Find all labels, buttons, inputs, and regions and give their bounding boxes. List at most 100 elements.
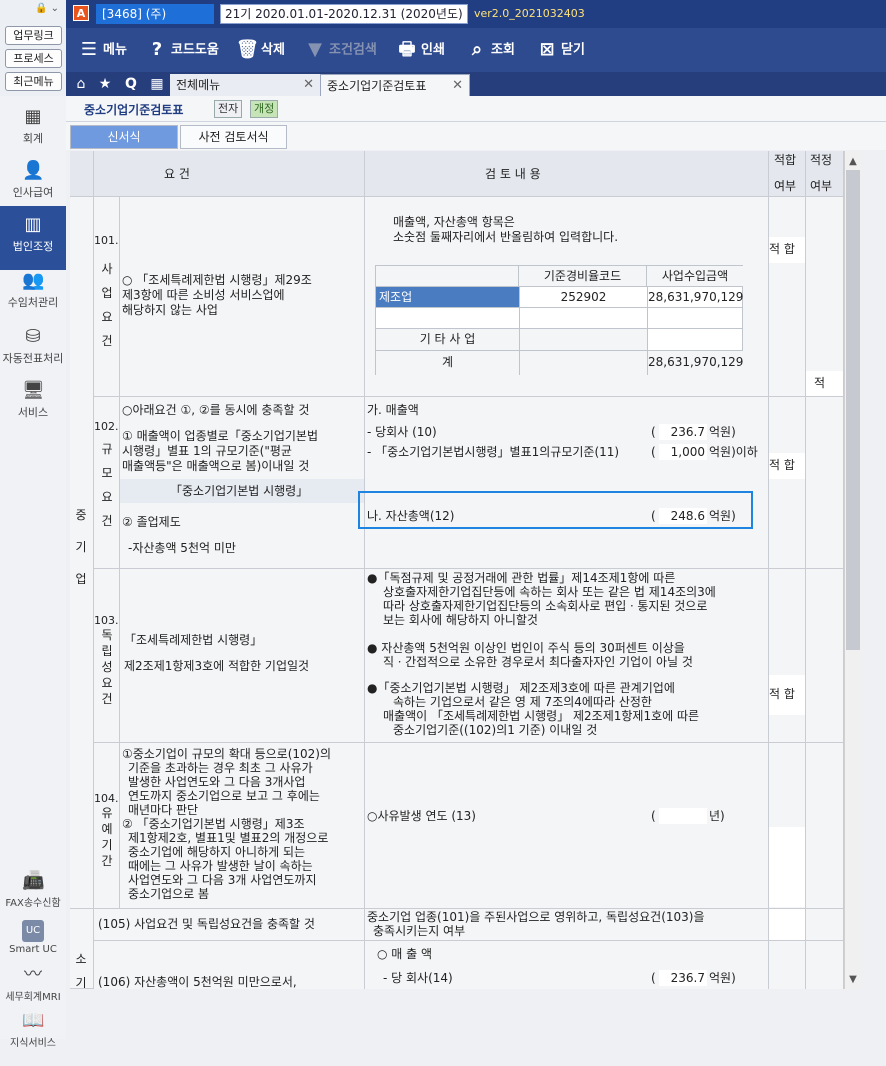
delete-button[interactable]: 🗑 삭제 [236, 28, 285, 72]
req-line: (105) 사업요건 및 독립성요건을 충족할 것 [98, 917, 315, 931]
req-line: 기준을 초과하는 경우 최초 그 사유가 [128, 761, 313, 775]
paren: ( [651, 509, 656, 523]
grid-menu-icon[interactable]: ▦ [146, 72, 168, 96]
req-line: 제3항에 따른 소비성 서비스업에 [122, 288, 285, 302]
company-sales-input[interactable]: 236.7 [659, 424, 707, 440]
group-char: 기 [75, 976, 87, 989]
left-panel-top: 🔒 ⌄ 업무링크 프로세스 최근메뉴 [0, 0, 66, 96]
income-amount-cell[interactable]: 28,631,970,129 [647, 287, 743, 308]
process-button[interactable]: 프로세스 [5, 49, 62, 68]
note-line: 매출액, 자산총액 항목은 [393, 215, 515, 229]
menu-button[interactable]: ☰ 메뉴 [78, 28, 127, 72]
occurrence-year-input[interactable] [659, 808, 707, 824]
person-icon: 👤 [22, 160, 45, 181]
search-button[interactable]: ⌕ 조회 [466, 28, 515, 72]
star-icon[interactable]: ★ [94, 72, 116, 96]
table-header-code: 기준경비율코드 [519, 266, 647, 287]
req-line: ①중소기업이 규모의 확대 등으로(102)의 [122, 747, 332, 761]
database-icon: ⛁ [25, 326, 41, 347]
row-number: 103. [94, 614, 119, 627]
left-nav: ▦ 회계 👤 인사급여 ▥ 법인조정 👥 수임처관리 ⛁ 자동전표처리 🖥 서비… [0, 96, 66, 1049]
req-line: 때에는 그 사유가 발생한 날이 속하는 [128, 859, 313, 873]
bullet-line: 보는 회사에 해당하지 아니할것 [383, 613, 538, 627]
print-label: 인쇄 [421, 42, 445, 58]
review-line: 중소기업 업종(101)을 주된사업으로 영위하고, 독립성요건(103)을 [367, 910, 705, 924]
bullet-line: ●「독점규제 및 공정거래에 관한 법률」제14조제1항에 따른 [367, 571, 676, 585]
row-char: 요 [101, 490, 113, 504]
table-cell [376, 266, 519, 287]
scrollbar-thumb[interactable] [846, 170, 860, 650]
lock-icon[interactable]: 🔒 ⌄ [35, 3, 59, 14]
total-assets-input[interactable]: 248.6 [659, 508, 707, 524]
industry-code-cell[interactable]: 252902 [519, 287, 647, 308]
row106-fit [769, 941, 806, 989]
row106-requirement: (106) 자산총액이 5천억원 미만으로서, [94, 941, 365, 989]
nav-service[interactable]: 🖥 서비스 [0, 372, 66, 436]
scroll-down-icon[interactable]: ▼ [844, 971, 862, 989]
company-selector[interactable]: [3468] (주) [96, 4, 214, 24]
home-icon[interactable]: ⌂ [70, 72, 92, 96]
fit-cell[interactable] [769, 827, 805, 907]
nav-client-manage[interactable]: 👥 수임처관리 [0, 262, 66, 326]
fit-cell[interactable]: 적 합 [769, 453, 805, 479]
standard-line: - 「중소기업기본법시행령」별표1의규모기준(11) [367, 445, 620, 459]
scroll-up-icon[interactable]: ▲ [844, 153, 862, 171]
row105-fit[interactable] [769, 909, 806, 941]
bullet-line: ●「중소기업기본법 시행령」 제2조제3호에 따른 관계기업에 [367, 681, 675, 695]
header-blank [70, 151, 94, 197]
recent-menu-button[interactable]: 최근메뉴 [5, 72, 62, 91]
row-char: 예 [101, 822, 113, 836]
proper-cell[interactable]: 적 [806, 371, 843, 396]
quick-search-icon[interactable]: Q [120, 72, 142, 96]
table-cell [519, 329, 647, 351]
bullet-line: 상호출자제한기업집단등에 속하는 회사 또는 같은 법 제14조의3에 [383, 585, 716, 599]
fax-icon: 📠 [22, 870, 45, 891]
occurrence-line: ○사유발생 연도 (13) [367, 809, 476, 823]
req-line: ② 졸업제도 [122, 515, 181, 529]
scale-standard-input[interactable]: 1,000 [659, 444, 707, 460]
row104-review: ○사유발생 연도 (13) ( 년) [365, 743, 769, 909]
income-amount-cell[interactable] [647, 308, 743, 329]
close-icon[interactable]: ✕ [452, 75, 463, 97]
industry-name-cell[interactable]: 제조업 [376, 287, 519, 308]
row-number: 102. [94, 420, 119, 433]
tab-sme-review[interactable]: 중소기업기준검토표 ✕ [320, 74, 470, 96]
industry-code-cell[interactable] [519, 308, 647, 329]
group-char: 업 [75, 572, 87, 586]
review-grid: 요 건 검 토 내 용 적합 여부 적정 여부 중 기 업 101. 사 업 요… [70, 151, 844, 989]
row101-proper: 적 [806, 197, 844, 397]
row101-review: 매출액, 자산총액 항목은 소숫점 둘째자리에서 반올림하여 입력합니다. 기준… [365, 197, 769, 397]
row-char: 업 [101, 286, 113, 300]
fit-value: 적 합 [769, 242, 795, 256]
nav-label: 수임처관리 [7, 296, 59, 309]
tab-new-form[interactable]: 신서식 [70, 125, 178, 149]
industry-name-cell[interactable] [376, 308, 519, 329]
other-amount-cell[interactable] [647, 329, 743, 351]
unit: 년) [709, 809, 725, 823]
work-link-button[interactable]: 업무링크 [5, 26, 62, 45]
revised-badge[interactable]: 개정 [250, 100, 279, 118]
row103-requirement: 「조세특례제한법 시행령」 제2조제1항제3호에 적합한 기업일것 [120, 569, 365, 743]
row101-fit: 적 합 [769, 197, 806, 397]
print-button[interactable]: 🖶 인쇄 [396, 28, 445, 72]
tab-all-menu[interactable]: 전체메뉴 ✕ [170, 74, 320, 96]
fiscal-period[interactable]: 21기 2020.01.01-2020.12.31 (2020년도) [220, 4, 468, 24]
tab-pre-review-form[interactable]: 사전 검토서식 [180, 125, 287, 149]
row-char: 간 [101, 854, 113, 868]
close-button[interactable]: ⊠ 닫기 [536, 28, 584, 72]
row101-label: 101. 사 업 요 건 [94, 197, 120, 397]
fit-cell[interactable]: 적 합 [769, 675, 805, 715]
row-char: 건 [101, 334, 113, 348]
group-char: 중 [75, 508, 87, 522]
trash-icon: 🗑 [236, 39, 259, 60]
small-sales-input[interactable]: 236.7 [659, 970, 707, 986]
electronic-badge[interactable]: 전자 [214, 100, 243, 118]
code-help-button[interactable]: ? 코드도움 [146, 28, 219, 72]
nav-knowledge[interactable]: 📖 지식서비스 [0, 1002, 66, 1066]
bullet-line: 중소기업기준((102)의1 기준) 이내일 것 [393, 723, 598, 737]
close-icon[interactable]: ✕ [303, 74, 314, 96]
nav-corporate-adjust[interactable]: ▥ 법인조정 [0, 206, 66, 270]
question-icon: ? [151, 39, 163, 60]
req-line: ○ 「조세특례제한법 시행령」제29조 [122, 273, 312, 287]
fit-cell[interactable]: 적 합 [769, 237, 805, 263]
